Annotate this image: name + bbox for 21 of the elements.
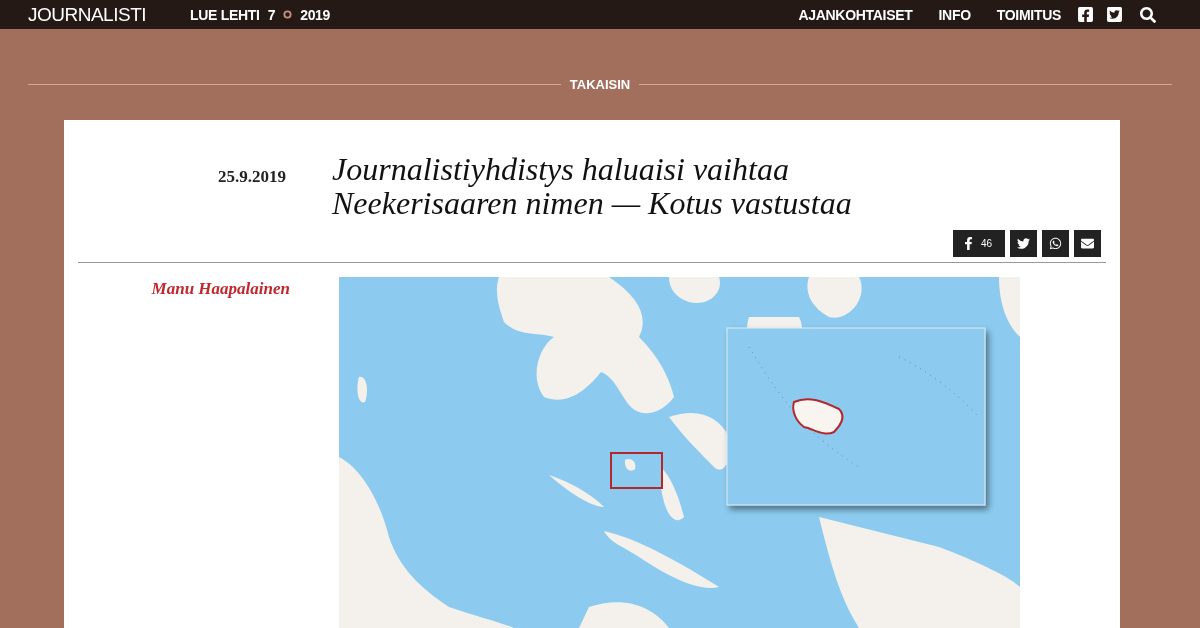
- twitter-icon[interactable]: [1106, 6, 1123, 23]
- mail-icon: [1081, 237, 1094, 250]
- site-logo[interactable]: JOURNALISTI: [28, 5, 168, 24]
- author-name: Manu Haapalainen: [151, 279, 290, 299]
- facebook-icon: [962, 237, 975, 250]
- share-button[interactable]: 46: [953, 230, 1005, 257]
- ring-icon: [283, 10, 293, 19]
- nav-link[interactable]: TOIMITUS: [996, 7, 1061, 22]
- article-title: Journalistiyhdistys haluaisi vaihtaa Neekerisaaren nimen — Kotus vastustaa: [332, 152, 853, 220]
- search-icon[interactable]: [1140, 6, 1156, 23]
- nav-link[interactable]: AJANKOHTAISET: [798, 7, 913, 22]
- article-date: 25.9.2019: [218, 168, 286, 185]
- whatsapp-icon: [1049, 237, 1062, 250]
- share-button[interactable]: [1010, 230, 1037, 257]
- back-link[interactable]: TAKAISIN: [569, 77, 631, 91]
- facebook-icon[interactable]: [1077, 6, 1094, 23]
- twitter-icon: [1017, 237, 1030, 250]
- issue-link[interactable]: LUE LEHTI 7 2019: [190, 7, 331, 22]
- share-button[interactable]: [1074, 230, 1101, 257]
- share-button[interactable]: [1042, 230, 1069, 257]
- nav-link[interactable]: INFO: [938, 7, 971, 22]
